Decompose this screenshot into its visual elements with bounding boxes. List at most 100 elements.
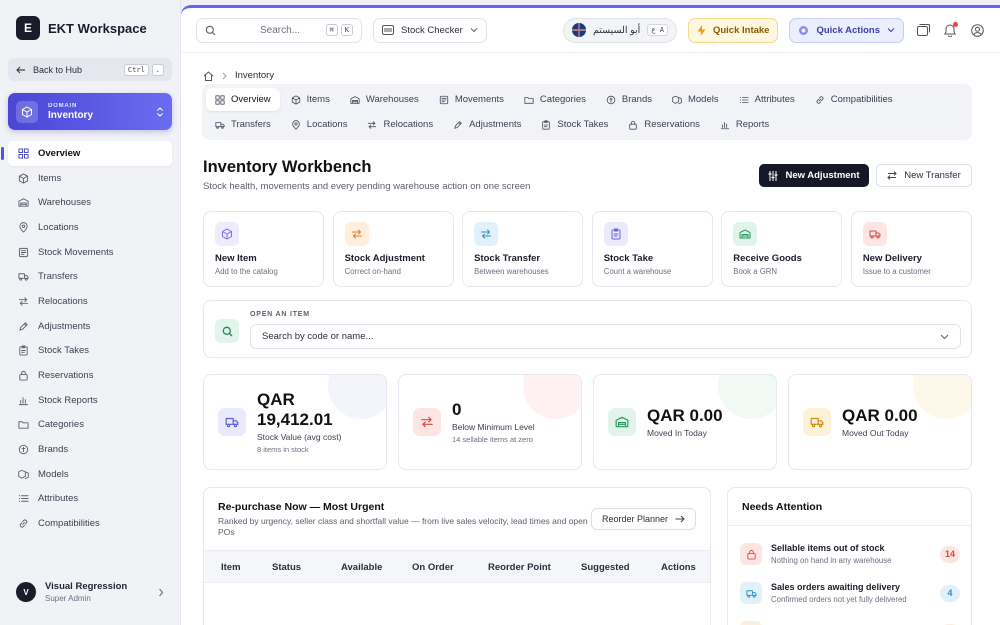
- tab-categories[interactable]: Categories: [515, 88, 595, 111]
- sidebar-item-stock-movements[interactable]: Stock Movements: [8, 240, 172, 265]
- sidebar-item-stock-reports[interactable]: Stock Reports: [8, 388, 172, 413]
- stock-checker-button[interactable]: Stock Checker: [373, 17, 487, 43]
- sidebar-item-stock-takes[interactable]: Stock Takes: [8, 339, 172, 364]
- tab-items[interactable]: Items: [282, 88, 339, 111]
- stat-card[interactable]: QAR 0.00 Moved Out Today: [788, 374, 972, 470]
- attention-item[interactable]: Sellable items out of stock Nothing on ha…: [740, 537, 960, 571]
- brand-icon: [18, 444, 29, 455]
- quick-intake-button[interactable]: Quick Intake: [687, 17, 779, 43]
- cube-icon: [16, 100, 38, 123]
- user-circle-icon[interactable]: [969, 22, 985, 38]
- brand-logo: E: [16, 16, 40, 40]
- attention-item[interactable]: Slow-moving stock (90+ days)2: [740, 615, 960, 625]
- box-icon: [18, 172, 29, 184]
- tab-warehouses[interactable]: Warehouses: [341, 88, 428, 111]
- attention-name: Sellable items out of stock: [771, 543, 885, 553]
- column-header[interactable]: Item: [221, 562, 241, 573]
- sidebar-item-reservations[interactable]: Reservations: [8, 363, 172, 388]
- tab-attributes[interactable]: Attributes: [730, 88, 804, 111]
- tab-stock-takes[interactable]: Stock Takes: [532, 113, 617, 136]
- truck-icon: [745, 588, 757, 599]
- tab-label: Transfers: [231, 119, 271, 130]
- user-menu[interactable]: V Visual Regression Super Admin: [8, 575, 172, 609]
- tab-label: Compatibilities: [830, 94, 893, 105]
- sidebar-item-overview[interactable]: Overview: [1, 141, 172, 166]
- domain-name: Inventory: [48, 109, 94, 121]
- column-header[interactable]: Actions: [661, 562, 696, 573]
- brand[interactable]: E EKT Workspace: [16, 16, 147, 40]
- open-item-search-select[interactable]: Search by code or name...: [250, 324, 961, 349]
- count-badge: 4: [940, 584, 960, 602]
- warehouse-icon: [615, 415, 629, 429]
- tab-overview[interactable]: Overview: [206, 88, 280, 111]
- tab-locations[interactable]: Locations: [282, 113, 357, 136]
- column-header[interactable]: On Order: [412, 562, 454, 573]
- new-transfer-button[interactable]: New Transfer: [876, 164, 972, 187]
- chevron-updown-icon: [156, 106, 164, 117]
- column-header[interactable]: Available: [341, 562, 382, 573]
- action-card-receive-goods[interactable]: Receive Goods Book a GRN: [721, 211, 843, 287]
- sidebar-item-label: Compatibilities: [38, 518, 100, 530]
- sidebar-item-categories[interactable]: Categories: [8, 413, 172, 438]
- sidebar-item-label: Stock Takes: [38, 345, 90, 357]
- windows-icon[interactable]: [915, 22, 931, 38]
- tab-transfers[interactable]: Transfers: [206, 113, 280, 136]
- tab-compatibilities[interactable]: Compatibilities: [806, 88, 902, 111]
- action-card-new-delivery[interactable]: New Delivery Issue to a customer: [850, 211, 972, 287]
- sidebar-item-relocations[interactable]: Relocations: [8, 289, 172, 314]
- barcode-icon: [382, 25, 394, 35]
- sidebar-item-compatibilities[interactable]: Compatibilities: [8, 511, 172, 536]
- language-label: أبو السيستم: [592, 24, 641, 36]
- section-tabs: Overview Items Warehouses Movements Categori…: [202, 84, 972, 140]
- stat-card[interactable]: QAR 0.00 Moved In Today: [593, 374, 777, 470]
- truck-icon: [869, 228, 881, 240]
- tab-models[interactable]: Models: [663, 88, 728, 111]
- tab-label: Models: [687, 94, 719, 105]
- tab-reservations[interactable]: Reservations: [619, 113, 708, 136]
- folder-icon: [18, 419, 29, 430]
- sidebar-item-transfers[interactable]: Transfers: [8, 264, 172, 289]
- attention-desc: Confirmed orders not yet fully delivered: [771, 595, 907, 604]
- chevron-right-icon: [158, 588, 164, 597]
- shortcut-key: K: [340, 24, 353, 36]
- tab-relocations[interactable]: Relocations: [358, 113, 442, 136]
- sidebar-item-adjustments[interactable]: Adjustments: [8, 314, 172, 339]
- action-card-new-item[interactable]: New Item Add to the catalog: [203, 211, 325, 287]
- quick-actions-button[interactable]: Quick Actions: [789, 17, 904, 43]
- sidebar-item-label: Overview: [38, 147, 81, 159]
- tab-movements[interactable]: Movements: [430, 88, 513, 111]
- brand-icon: [606, 95, 616, 105]
- sidebar-item-models[interactable]: Models: [8, 462, 172, 487]
- sidebar-item-attributes[interactable]: Attributes: [8, 487, 172, 512]
- new-adjustment-button[interactable]: New Adjustment: [759, 164, 869, 187]
- sidebar-item-locations[interactable]: Locations: [8, 215, 172, 240]
- bell-icon[interactable]: [942, 22, 958, 38]
- language-switcher[interactable]: أبو السيستم ع A: [562, 17, 677, 43]
- tab-label: Items: [306, 94, 330, 105]
- action-card-stock-transfer[interactable]: Stock Transfer Between warehouses: [462, 211, 584, 287]
- tab-brands[interactable]: Brands: [597, 88, 661, 111]
- tab-adjustments[interactable]: Adjustments: [444, 113, 530, 136]
- stat-card[interactable]: QAR 19,412.01 Stock Value (avg cost) 8 ite…: [203, 374, 387, 470]
- quick-actions-label: Quick Actions: [816, 24, 880, 36]
- stat-value: 0: [452, 399, 462, 419]
- action-card-stock-adjustment[interactable]: Stock Adjustment Correct on-hand: [332, 211, 454, 287]
- tab-reports[interactable]: Reports: [711, 113, 778, 136]
- attention-name: Sales orders awaiting delivery: [771, 582, 901, 592]
- global-search[interactable]: Search... ⌘ K: [196, 17, 362, 43]
- stat-card[interactable]: 0 Below Minimum Level 14 sellable items at…: [398, 374, 582, 470]
- tab-label: Overview: [231, 94, 271, 105]
- back-to-hub-button[interactable]: Back to Hub Ctrl.: [8, 58, 172, 81]
- sidebar-item-warehouses[interactable]: Warehouses: [8, 190, 172, 215]
- column-header[interactable]: Status: [272, 562, 301, 573]
- home-icon[interactable]: [203, 70, 214, 81]
- sidebar-item-items[interactable]: Items: [8, 166, 172, 191]
- column-header[interactable]: Reorder Point: [488, 562, 551, 573]
- column-header[interactable]: Suggested: [581, 562, 630, 573]
- reorder-planner-button[interactable]: Reorder Planner: [590, 508, 696, 530]
- attention-item[interactable]: Sales orders awaiting delivery Confirmed …: [740, 576, 960, 610]
- action-card-stock-take[interactable]: Stock Take Count a warehouse: [591, 211, 713, 287]
- domain-switcher[interactable]: DOMAIN Inventory: [8, 93, 172, 130]
- domain-caption: DOMAIN: [48, 102, 78, 109]
- sidebar-item-brands[interactable]: Brands: [8, 437, 172, 462]
